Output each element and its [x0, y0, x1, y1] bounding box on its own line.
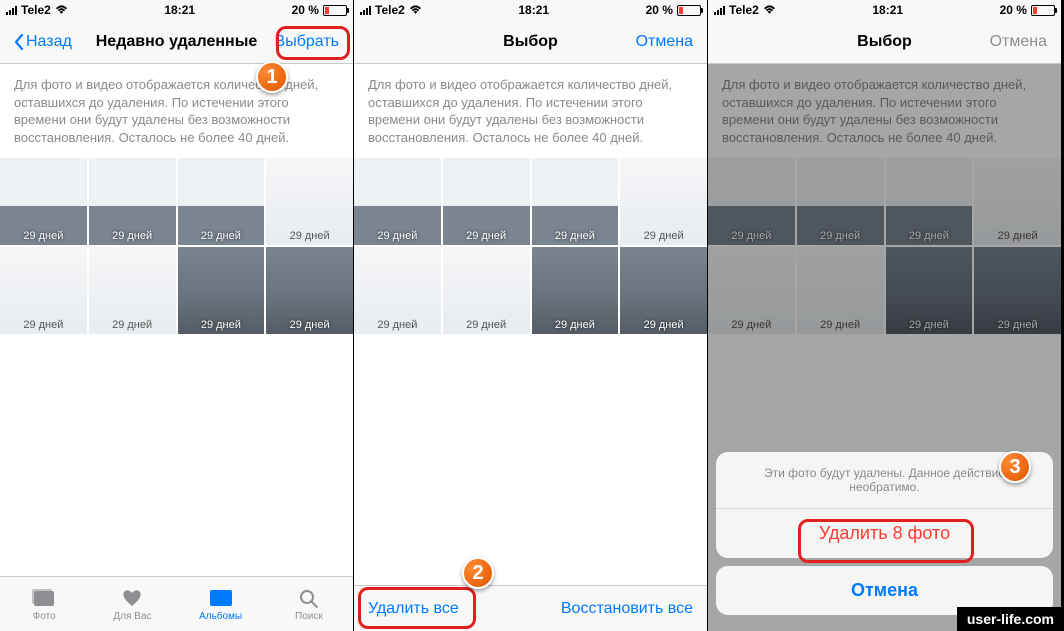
signal-icon: [360, 6, 371, 15]
status-time: 18:21: [872, 3, 903, 17]
wifi-icon: [763, 5, 776, 15]
tab-foryou[interactable]: Для Вас: [88, 577, 176, 631]
nav-bar: Назад Недавно удаленные Выбрать: [0, 20, 353, 64]
status-bar: Tele2 18:21 20 %: [354, 0, 707, 20]
tab-albums[interactable]: Альбомы: [177, 577, 265, 631]
bottom-toolbar: Удалить все Восстановить все: [354, 585, 707, 631]
photo-thumb[interactable]: 29 дней: [178, 247, 265, 334]
photo-thumb[interactable]: 29 дней: [797, 247, 884, 334]
signal-icon: [6, 6, 17, 15]
tab-photos[interactable]: Фото: [0, 577, 88, 631]
screen-action-sheet: Tele2 18:21 20 % Выбор Отмена Для фото и…: [708, 0, 1062, 631]
tab-label: Альбомы: [199, 611, 242, 622]
photo-grid: 29 дней 29 дней 29 дней 29 дней 29 дней …: [708, 158, 1061, 334]
photo-thumb[interactable]: 29 дней: [0, 247, 87, 334]
carrier-label: Tele2: [375, 3, 405, 17]
photo-thumb[interactable]: 29 дней: [708, 247, 795, 334]
callout-badge-3: 3: [999, 451, 1031, 483]
photo-thumb[interactable]: 29 дней: [178, 158, 265, 245]
battery-pct: 20 %: [292, 3, 319, 17]
battery-icon: [677, 5, 701, 16]
info-text: Для фото и видео отображается количество…: [708, 64, 1061, 158]
photo-thumb[interactable]: 29 дней: [532, 158, 619, 245]
search-icon: [296, 587, 322, 609]
delete-all-button[interactable]: Удалить все: [368, 600, 459, 618]
carrier-label: Tele2: [21, 3, 51, 17]
photo-thumb[interactable]: 29 дней: [532, 247, 619, 334]
tab-bar: Фото Для Вас Альбомы Поиск: [0, 576, 353, 631]
back-button[interactable]: Назад: [8, 29, 78, 55]
delete-photos-button[interactable]: Удалить 8 фото: [716, 509, 1053, 558]
info-text: Для фото и видео отображается количество…: [354, 64, 707, 158]
photo-thumb[interactable]: 29 дней: [443, 247, 530, 334]
battery-icon: [323, 5, 347, 16]
nav-bar: Выбор Отмена: [708, 20, 1061, 64]
restore-all-button[interactable]: Восстановить все: [561, 600, 693, 618]
chevron-left-icon: [14, 34, 24, 50]
cancel-button[interactable]: Отмена: [984, 29, 1053, 55]
photo-thumb[interactable]: 29 дней: [89, 247, 176, 334]
callout-badge-2: 2: [462, 557, 494, 589]
photo-thumb[interactable]: 29 дней: [797, 158, 884, 245]
wifi-icon: [55, 5, 68, 15]
wifi-icon: [409, 5, 422, 15]
photo-thumb[interactable]: 29 дней: [266, 247, 353, 334]
select-button[interactable]: Выбрать: [269, 29, 345, 55]
carrier-label: Tele2: [729, 3, 759, 17]
photo-thumb[interactable]: 29 дней: [620, 158, 707, 245]
photo-thumb[interactable]: 29 дней: [886, 158, 973, 245]
photo-thumb[interactable]: 29 дней: [974, 247, 1061, 334]
photo-thumb[interactable]: 29 дней: [354, 158, 441, 245]
photo-thumb[interactable]: 29 дней: [266, 158, 353, 245]
photo-thumb[interactable]: 29 дней: [0, 158, 87, 245]
photo-grid: 29 дней 29 дней 29 дней 29 дней 29 дней …: [354, 158, 707, 334]
tab-label: Поиск: [295, 611, 323, 622]
status-time: 18:21: [164, 3, 195, 17]
battery-pct: 20 %: [646, 3, 673, 17]
watermark: user-life.com: [957, 607, 1064, 631]
status-bar: Tele2 18:21 20 %: [708, 0, 1061, 20]
signal-icon: [714, 6, 725, 15]
battery-pct: 20 %: [1000, 3, 1027, 17]
status-time: 18:21: [518, 3, 549, 17]
status-bar: Tele2 18:21 20 %: [0, 0, 353, 20]
photo-thumb[interactable]: 29 дней: [89, 158, 176, 245]
nav-bar: Выбор Отмена: [354, 20, 707, 64]
tab-label: Фото: [33, 611, 56, 622]
info-text: Для фото и видео отображается количество…: [0, 64, 353, 158]
screen-recently-deleted: Tele2 18:21 20 % Назад Недавно удаленные…: [0, 0, 354, 631]
back-label: Назад: [26, 33, 72, 51]
tab-label: Для Вас: [113, 611, 151, 622]
photo-thumb[interactable]: 29 дней: [974, 158, 1061, 245]
photo-thumb[interactable]: 29 дней: [708, 158, 795, 245]
albums-icon: [208, 587, 234, 609]
photo-thumb[interactable]: 29 дней: [620, 247, 707, 334]
tab-search[interactable]: Поиск: [265, 577, 353, 631]
photo-thumb[interactable]: 29 дней: [354, 247, 441, 334]
screen-selection: Tele2 18:21 20 % Выбор Отмена Для фото и…: [354, 0, 708, 631]
foryou-icon: [119, 587, 145, 609]
photo-grid: 29 дней 29 дней 29 дней 29 дней 29 дней …: [0, 158, 353, 334]
photos-icon: [31, 587, 57, 609]
photo-thumb[interactable]: 29 дней: [443, 158, 530, 245]
callout-badge-1: 1: [256, 61, 288, 93]
photo-thumb[interactable]: 29 дней: [886, 247, 973, 334]
battery-icon: [1031, 5, 1055, 16]
cancel-button[interactable]: Отмена: [630, 29, 699, 55]
